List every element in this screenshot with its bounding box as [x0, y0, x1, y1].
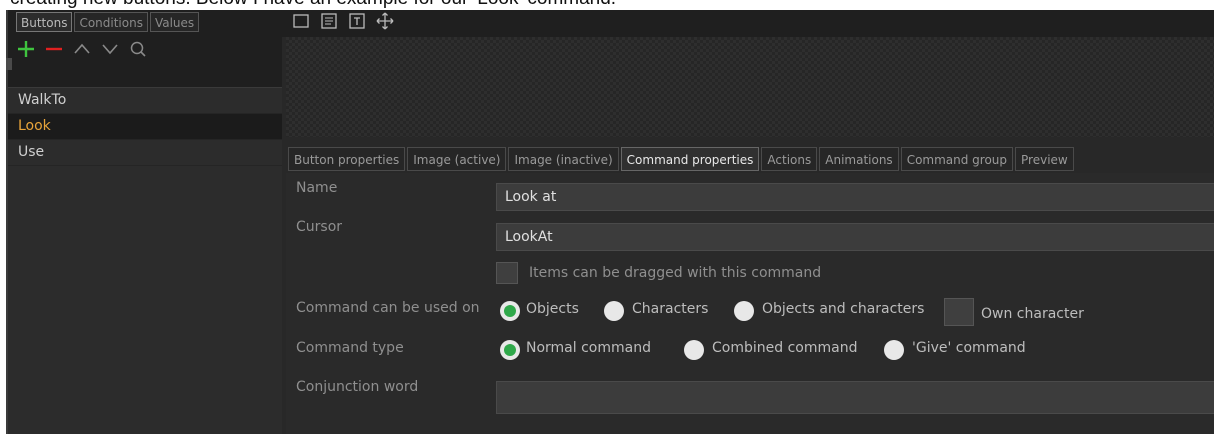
rectangle-icon[interactable]	[292, 12, 310, 30]
drag-checkbox-label: Items can be dragged with this command	[529, 265, 822, 281]
name-field[interactable]: Look at	[496, 183, 1214, 211]
command-type-label: Command type	[296, 340, 404, 356]
editor-toolbar	[282, 10, 1214, 37]
tab-buttons[interactable]: Buttons	[16, 12, 73, 32]
tab-values[interactable]: Values	[149, 12, 200, 32]
drag-checkbox[interactable]	[496, 262, 518, 284]
radio-give-command[interactable]	[884, 340, 904, 360]
tab-actions[interactable]: Actions	[761, 147, 818, 171]
tab-image-inactive[interactable]: Image (inactive)	[508, 147, 619, 171]
list-item-use[interactable]: Use	[6, 140, 282, 166]
tab-button-properties[interactable]: Button properties	[288, 147, 406, 171]
radio-objects-and-characters-label: Objects and characters	[762, 301, 925, 317]
tab-command-properties[interactable]: Command properties	[620, 147, 760, 171]
radio-characters-label: Characters	[632, 301, 709, 317]
conjunction-label: Conjunction word	[296, 379, 419, 395]
list-item-look[interactable]: Look	[6, 114, 282, 140]
own-character-label: Own character	[981, 306, 1084, 322]
move-up-icon[interactable]	[72, 39, 92, 59]
radio-combined-command[interactable]	[684, 340, 704, 360]
property-tabs: Button properties Image (active) Image (…	[288, 147, 1074, 171]
radio-combined-command-label: Combined command	[712, 340, 858, 356]
left-tabs: Buttons Conditions Values	[16, 12, 200, 32]
remove-icon[interactable]	[44, 39, 64, 59]
move-down-icon[interactable]	[100, 39, 120, 59]
command-properties-form: Name Look at Cursor LookAt Items can be …	[286, 173, 1214, 434]
cursor-label: Cursor	[296, 219, 343, 235]
conjunction-field[interactable]	[496, 381, 1214, 414]
move-icon[interactable]	[376, 12, 394, 30]
list-item-walkto[interactable]: WalkTo	[6, 88, 282, 114]
text-icon[interactable]	[348, 12, 366, 30]
left-toolbar-area: Buttons Conditions Values	[6, 10, 282, 87]
radio-objects-label: Objects	[526, 301, 579, 317]
document-text: creating new buttons. Below I have an ex…	[0, 0, 1214, 10]
radio-objects[interactable]	[500, 301, 520, 321]
radio-normal-command-label: Normal command	[526, 340, 651, 356]
radio-give-command-label: 'Give' command	[912, 340, 1026, 356]
tab-conditions[interactable]: Conditions	[74, 12, 148, 32]
list-tools	[16, 38, 148, 60]
own-character-checkbox[interactable]	[944, 298, 974, 326]
tab-image-active[interactable]: Image (active)	[407, 147, 507, 171]
app-window: Buttons Conditions Values WalkTo Look Us…	[6, 10, 1214, 434]
tab-preview[interactable]: Preview	[1015, 147, 1074, 171]
used-on-label: Command can be used on	[296, 300, 480, 316]
search-icon[interactable]	[128, 39, 148, 59]
cursor-field[interactable]: LookAt	[496, 223, 1214, 251]
radio-normal-command[interactable]	[500, 340, 520, 360]
left-border	[6, 10, 8, 434]
radio-characters[interactable]	[604, 301, 624, 321]
button-preview-canvas[interactable]	[286, 37, 1214, 137]
textbox-icon[interactable]	[320, 12, 338, 30]
radio-objects-and-characters[interactable]	[734, 301, 754, 321]
add-icon[interactable]	[16, 39, 36, 59]
tab-animations[interactable]: Animations	[819, 147, 899, 171]
button-list: WalkTo Look Use	[6, 87, 282, 434]
left-edge-handle	[6, 58, 12, 70]
name-label: Name	[296, 180, 338, 196]
tab-command-group[interactable]: Command group	[900, 147, 1014, 171]
